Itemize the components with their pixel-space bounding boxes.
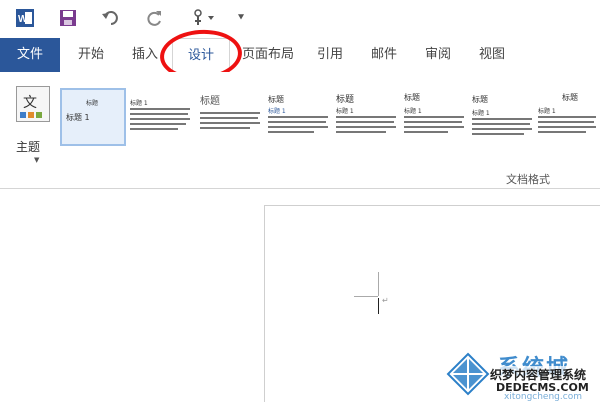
style-title: 标题 bbox=[200, 96, 220, 107]
document-formatting-group-label: 文档格式 bbox=[506, 173, 550, 186]
tab-review[interactable]: 审阅 bbox=[416, 38, 460, 72]
text-cursor bbox=[378, 298, 379, 314]
themes-label: 主题 bbox=[16, 140, 41, 154]
watermark-logo-icon bbox=[446, 352, 490, 396]
paragraph-mark: ↵ bbox=[382, 296, 389, 305]
tab-mailings[interactable]: 邮件 bbox=[362, 38, 406, 72]
style-set-option[interactable]: 标题 bbox=[198, 88, 264, 146]
style-title: 标题 bbox=[562, 93, 578, 102]
quick-access-toolbar: W ⯆ bbox=[0, 0, 600, 38]
tab-layout[interactable]: 页面布局 bbox=[236, 38, 300, 72]
word-logo-icon: W bbox=[14, 6, 36, 30]
style-heading: 标题 1 bbox=[130, 100, 148, 107]
themes-button[interactable]: 文 主题 ▼ bbox=[6, 82, 60, 164]
style-set-option[interactable]: 标题 标题 1 bbox=[402, 88, 468, 146]
margin-mark bbox=[378, 272, 379, 296]
undo-icon[interactable] bbox=[100, 6, 122, 30]
style-title: 标题 bbox=[86, 100, 99, 107]
style-set-option[interactable]: 标题 标题 1 bbox=[536, 88, 598, 146]
style-title: 标题 bbox=[268, 95, 284, 104]
style-set-gallery: 标题 标题 1 标题 1 标题 标题 标题 1 标题 标题 1 标题 标题 1 … bbox=[58, 88, 600, 148]
touch-mode-icon[interactable] bbox=[188, 6, 218, 30]
tab-view[interactable]: 视图 bbox=[470, 38, 514, 72]
tab-file[interactable]: 文件 bbox=[0, 38, 60, 72]
style-heading: 标题 1 bbox=[336, 108, 354, 115]
tab-design[interactable]: 设计 bbox=[172, 38, 230, 74]
design-ribbon: 文 主题 ▼ 标题 标题 1 标题 1 标题 标题 标题 1 标题 标题 1 标… bbox=[0, 72, 600, 189]
customize-toolbar-icon[interactable]: ⯆ bbox=[234, 6, 248, 30]
themes-icon-text: 文 bbox=[23, 95, 37, 111]
style-set-option[interactable]: 标题 标题 1 bbox=[470, 88, 536, 146]
svg-text:W: W bbox=[18, 14, 28, 25]
style-title: 标题 bbox=[404, 93, 420, 102]
style-set-option[interactable]: 标题 标题 1 bbox=[266, 88, 332, 146]
style-set-option[interactable]: 标题 标题 1 bbox=[60, 88, 126, 146]
redo-icon[interactable] bbox=[144, 6, 164, 30]
style-heading: 标题 1 bbox=[538, 108, 556, 115]
style-set-option[interactable]: 标题 标题 1 bbox=[334, 88, 400, 146]
style-heading: 标题 1 bbox=[472, 110, 490, 117]
save-icon[interactable] bbox=[58, 6, 78, 30]
style-title: 标题 bbox=[336, 95, 355, 105]
style-set-option[interactable]: 标题 1 bbox=[128, 88, 194, 146]
style-heading: 标题 1 bbox=[404, 108, 422, 115]
style-title: 标题 bbox=[472, 95, 488, 104]
chevron-down-icon: ▼ bbox=[34, 156, 40, 164]
tab-home[interactable]: 开始 bbox=[64, 38, 118, 72]
style-heading: 标题 1 bbox=[268, 108, 286, 115]
ribbon-tabs: 文件 开始 插入 设计 页面布局 引用 邮件 审阅 视图 bbox=[0, 38, 600, 74]
themes-icon: 文 bbox=[16, 86, 50, 122]
style-heading: 标题 1 bbox=[66, 113, 90, 122]
watermark: 系统城 织梦内容管理系统 DEDECMS.COM xitongcheng.com bbox=[446, 350, 600, 402]
tab-references[interactable]: 引用 bbox=[308, 38, 352, 72]
margin-mark bbox=[354, 296, 378, 297]
tab-insert[interactable]: 插入 bbox=[122, 38, 168, 72]
